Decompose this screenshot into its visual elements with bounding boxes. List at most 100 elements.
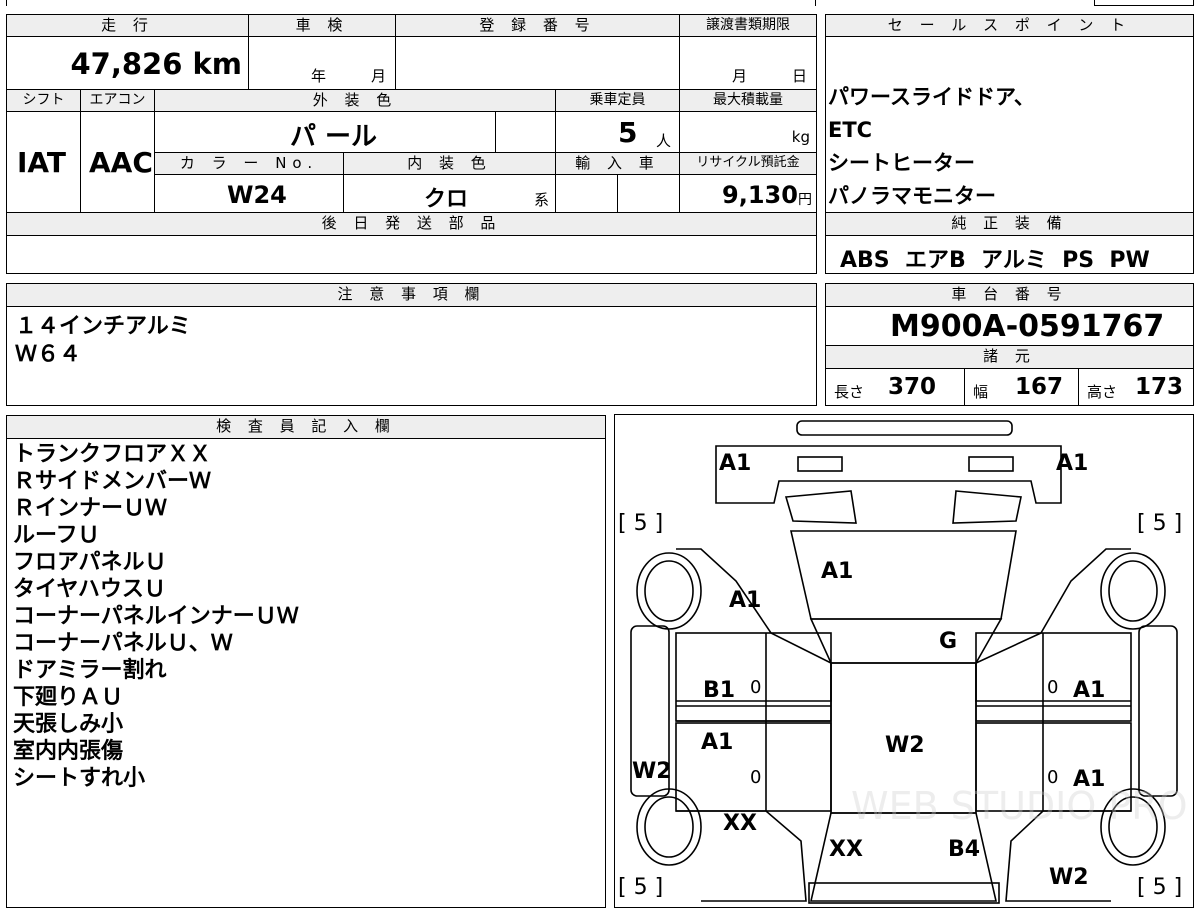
inspector-header: 検 査 員 記 入 欄 [6, 415, 606, 439]
exterior-color-sub-cell [495, 111, 556, 153]
shift-value: IAT [17, 146, 67, 179]
sales-points-cell: パワースライドドア、 ETC シートヒーター パノラマモニター [825, 36, 1194, 213]
label-hood: A1 [821, 559, 854, 584]
front-panel-shape [715, 445, 1062, 504]
recycle-header: リサイクル預託金 [679, 152, 817, 175]
inspector-line: ドアミラー割れ [13, 658, 167, 683]
shaken-month-unit: 月 [371, 67, 387, 85]
chassis-cell: M900A-0591767 [825, 306, 1194, 346]
top-stub-right [1094, 0, 1194, 6]
rear-left-wheel [636, 788, 702, 866]
exterior-color-header: 外 装 色 [154, 89, 556, 112]
inspector-line: フロアパネルＵ [13, 550, 167, 575]
car-diagram: WEB STUDIO PRO [630, 420, 1188, 904]
zero-mark: 0 [1047, 767, 1059, 788]
sales-points-list: パワースライドドア、 ETC シートヒーター パノラマモニター [828, 81, 1035, 212]
max-load-unit: kg [791, 128, 810, 146]
car-diagram-panel: WEB STUDIO PRO [ 5 ] [ 5 ] [ 5 ] [ 5 ] A… [614, 414, 1194, 908]
exterior-color-value: パ ール [290, 122, 378, 152]
front-right-wheel [1100, 552, 1166, 630]
chassis-number: M900A-0591767 [890, 309, 1165, 344]
label-roof: W2 [885, 733, 925, 758]
sales-point-item: パワースライドドア、 [828, 85, 1035, 109]
zero-mark: 0 [1047, 677, 1059, 698]
notes-line: Ｗ６４ [15, 342, 82, 367]
label-windshield: G [939, 629, 958, 654]
zero-mark: 0 [750, 767, 762, 788]
interior-color-value: クロ [424, 187, 469, 212]
interior-color-header: 内 装 色 [343, 152, 556, 175]
specs-width-value: 167 [1015, 374, 1064, 400]
tire-mark-front-left: [ 5 ] [618, 511, 664, 536]
label-right-front-door: A1 [1073, 678, 1106, 703]
label-left-rear-door: A1 [701, 730, 734, 755]
standard-equipment-header: 純 正 装 備 [825, 212, 1194, 236]
zero-mark: 0 [750, 677, 762, 698]
label-rear-right: B4 [948, 837, 981, 862]
standard-equipment-cell: ABS エアB アルミ PS PW [825, 235, 1194, 274]
specs-length-cell: 長さ 370 [825, 368, 965, 406]
mileage-value: 47,826 km [70, 47, 242, 81]
later-parts-header: 後 日 発 送 部 品 [6, 212, 817, 236]
tire-mark-rear-left: [ 5 ] [618, 875, 664, 900]
label-right-quarter: W2 [1049, 865, 1089, 890]
label-left-quarter: XX [723, 811, 757, 836]
left-headlight-shape [797, 456, 843, 472]
label-left-fender: A1 [729, 588, 762, 613]
capacity-value: 5 [618, 116, 638, 149]
aircon-value: AAC [89, 146, 153, 179]
capacity-cell: 5 人 [555, 111, 680, 153]
standard-equipment-value: ABS エアB アルミ PS PW [840, 248, 1150, 273]
capacity-header: 乗車定員 [555, 89, 680, 112]
notes-header: 注 意 事 項 欄 [6, 283, 817, 307]
transfer-day-unit: 日 [792, 67, 808, 85]
registration-cell [395, 36, 680, 90]
specs-width-cell: 幅 167 [964, 368, 1079, 406]
specs-height-label: 高さ [1087, 383, 1118, 401]
transfer-cell: 月 日 [679, 36, 817, 90]
specs-length-value: 370 [888, 374, 937, 400]
label-front-left: A1 [719, 451, 752, 476]
tire-mark-front-right: [ 5 ] [1137, 511, 1183, 536]
recycle-fee-value: 9,130 [722, 181, 798, 209]
rear-bumper-shape [808, 882, 1000, 904]
recycle-fee-unit: 円 [798, 192, 812, 208]
label-left-front-door: B1 [703, 678, 736, 703]
sales-point-item: パノラマモニター [828, 184, 996, 208]
inspector-line: コーナーパネルインナーＵＷ [13, 604, 299, 629]
shaken-header: 車 検 [248, 14, 396, 37]
inspector-cell: トランクフロアＸＸ ＲサイドメンバーＷ ＲインナーＵＷ ルーフＵ フロアパネルＵ… [6, 438, 606, 908]
notes-line: １４インチアルミ [15, 314, 191, 339]
inspector-line: 天張しみ小 [13, 712, 124, 737]
inspector-list: トランクフロアＸＸ ＲサイドメンバーＷ ＲインナーＵＷ ルーフＵ フロアパネルＵ… [13, 441, 299, 792]
specs-height-value: 173 [1135, 374, 1184, 400]
specs-header: 諸 元 [825, 345, 1194, 369]
aircon-header: エアコン [80, 89, 155, 112]
chassis-header: 車 台 番 号 [825, 283, 1194, 307]
max-load-cell: kg [679, 111, 817, 153]
label-front-right: A1 [1056, 451, 1089, 476]
transfer-month-unit: 月 [732, 67, 748, 85]
label-left-rocker: W2 [632, 759, 672, 784]
hood-front-vent-left [784, 490, 857, 524]
inspector-line: タイヤハウスＵ [13, 577, 166, 602]
import-cell-b [617, 174, 680, 213]
registration-header: 登 録 番 号 [395, 14, 680, 37]
interior-color-suffix: 系 [534, 191, 550, 209]
front-bumper-shape [796, 420, 1013, 436]
label-rear-glass: XX [829, 837, 863, 862]
specs-length-label: 長さ [834, 383, 865, 401]
sales-point-item: シートヒーター [828, 151, 975, 175]
import-header: 輸 入 車 [555, 152, 680, 175]
specs-height-cell: 高さ 173 [1078, 368, 1194, 406]
front-left-wheel [636, 552, 702, 630]
diagram-watermark: WEB STUDIO PRO [851, 784, 1188, 828]
sales-points-header: セ ー ル ス ポ イ ン ト [825, 14, 1194, 37]
top-stub-strip [6, 0, 816, 6]
hood-front-vent-right [952, 490, 1022, 524]
exterior-color-cell: パ ール [154, 111, 496, 153]
mileage-cell: 47,826 km [6, 36, 249, 90]
aircon-cell: AAC [80, 111, 155, 213]
label-right-rear-door: A1 [1073, 767, 1106, 792]
notes-list: １４インチアルミ Ｗ６４ [15, 313, 191, 369]
